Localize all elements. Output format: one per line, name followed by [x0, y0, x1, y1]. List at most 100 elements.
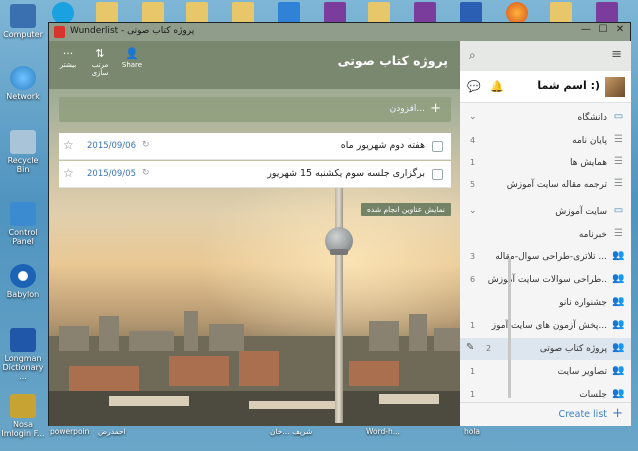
task-row[interactable]: برگزاری جلسه سوم یکشنبه 15 شهریور ↻ 2015…	[59, 161, 451, 188]
network-icon	[10, 66, 36, 90]
desktop-label[interactable]: شریف ...خان	[270, 428, 312, 436]
folder-icon[interactable]	[142, 2, 164, 24]
desktop-label[interactable]: hola	[464, 428, 480, 436]
desktop-icon-recycle-bin[interactable]: Recycle Bin	[0, 130, 46, 174]
folder-label: سایت آموزش	[555, 207, 607, 217]
sidebar-folder-education-site[interactable]: ⌄ سایت آموزش ▭	[460, 201, 631, 223]
avatar[interactable]	[605, 77, 625, 97]
desktop-label[interactable]: Word-h...	[366, 428, 400, 436]
desktop-icon-babylon[interactable]: Babylon	[0, 264, 46, 299]
folder-icon[interactable]	[96, 2, 118, 24]
search-icon[interactable]: ⌕	[469, 48, 476, 63]
sidebar-item-audiobook-project[interactable]: ✎ 2 پروژه کتاب صوتی 👥	[460, 338, 631, 360]
list-icon: ☰	[614, 178, 623, 189]
user-row[interactable]: 💬 🔔 اسم شما :)	[460, 71, 631, 103]
sidebar-item-thesis[interactable]: 4 پایان نامه ☰	[460, 130, 631, 152]
desktop-label[interactable]: احمدرض	[98, 428, 126, 436]
app-icon	[10, 394, 36, 418]
folder-icon[interactable]	[186, 2, 208, 24]
more-button[interactable]: ··· بیشتر	[53, 47, 83, 69]
archive-icon[interactable]	[324, 2, 346, 24]
add-task-bar[interactable]: + افزودن...	[59, 97, 451, 122]
share-icon: 👤	[125, 47, 139, 60]
sidebar-item-label: همایش ها	[569, 158, 607, 168]
desktop-icon-control-panel[interactable]: Control Panel	[0, 202, 46, 246]
task-row[interactable]: هفته دوم شهریور ماه ↻ 2015/09/06 ☆	[59, 133, 451, 160]
item-count: 1	[470, 367, 476, 376]
folder-icon[interactable]	[550, 2, 572, 24]
archive-icon[interactable]	[414, 2, 436, 24]
menu-icon[interactable]: ≡	[611, 47, 622, 62]
folder-icon[interactable]	[232, 2, 254, 24]
task-list-pane: ··· بیشتر ⇅ مرتب سازی 👤 Share پروژه کتاب…	[49, 41, 460, 426]
edit-pencil-icon[interactable]: ✎	[466, 342, 474, 353]
sidebar-item-label: تصاویر سایت	[557, 367, 607, 377]
firefox-icon[interactable]	[506, 2, 528, 24]
create-list-button[interactable]: Create list +	[460, 402, 631, 426]
task-checkbox[interactable]	[432, 169, 443, 180]
desktop-icon-longman[interactable]: Longman Dictionary ...	[0, 328, 46, 381]
desktop-icon-label: Babylon	[6, 290, 40, 299]
archive-icon[interactable]	[596, 2, 618, 24]
sidebar-item-conferences[interactable]: 1 همایش ها ☰	[460, 152, 631, 174]
user-name: اسم شما :)	[537, 79, 600, 92]
create-list-label: Create list	[558, 409, 607, 420]
list-icon: ☰	[614, 134, 623, 145]
title-bar[interactable]: Wunderlist - پروژه کتاب صوتی — ☐ ✕	[49, 23, 630, 41]
folder-icon[interactable]	[368, 2, 390, 24]
item-count: 1	[470, 158, 476, 167]
shared-list-icon: 👥	[612, 388, 625, 399]
folder-icon: ▭	[613, 111, 624, 122]
repeat-icon: ↻	[142, 168, 150, 178]
chevron-down-icon[interactable]: ⌄	[469, 112, 477, 122]
shared-list-icon: 👥	[612, 342, 625, 353]
sidebar-item-nano-festival[interactable]: جشنواره نانو 👥	[460, 292, 631, 314]
item-count: 6	[470, 275, 476, 284]
control-panel-icon	[10, 202, 36, 226]
plus-icon: +	[612, 406, 623, 421]
sidebar-scrollbar[interactable]	[508, 258, 511, 398]
dropbox-icon[interactable]	[278, 2, 300, 24]
repeat-icon: ↻	[142, 140, 150, 150]
babylon-icon	[10, 264, 36, 288]
sidebar-item-label: پروژه کتاب صوتی	[539, 344, 607, 354]
task-title[interactable]: برگزاری جلسه سوم یکشنبه 15 شهریور	[267, 168, 425, 179]
sidebar-item-label: خبرنامه	[578, 230, 607, 240]
sidebar-folder-university[interactable]: ⌄ دانشگاه ▭	[460, 107, 631, 129]
city-skyline-background	[49, 311, 460, 426]
star-icon[interactable]: ☆	[63, 138, 74, 152]
sidebar-item-site-images[interactable]: 1 تصاویر سایت 👥	[460, 361, 631, 383]
item-count: 5	[470, 180, 476, 189]
desktop-label[interactable]: powerpoin	[50, 428, 89, 436]
close-button[interactable]: ✕	[612, 24, 628, 38]
sidebar-item-article-translation[interactable]: 5 ترجمه مقاله سایت آموزش ☰	[460, 174, 631, 196]
sidebar-item-label: تلاتری-طراحی سوال-مقاله ...	[495, 252, 607, 262]
sort-button[interactable]: ⇅ مرتب سازی	[85, 47, 115, 77]
desktop-icon-label: Longman Dictionary ...	[2, 354, 44, 381]
notifications-bell-icon[interactable]: 🔔	[490, 80, 504, 93]
share-label: Share	[121, 61, 143, 69]
sidebar-item-exam-broadcast[interactable]: 1 پخش آزمون های سایت آموز... 👥	[460, 315, 631, 337]
conversations-icon[interactable]: 💬	[467, 80, 481, 93]
add-task-input[interactable]	[59, 97, 451, 122]
desktop-icon-network[interactable]: Network	[0, 66, 46, 101]
tv-tower-ring	[330, 249, 348, 255]
tv-tower	[335, 161, 343, 423]
sidebar-item-newsletter[interactable]: خبرنامه ☰	[460, 224, 631, 246]
minimize-button[interactable]: —	[578, 24, 594, 38]
maximize-button[interactable]: ☐	[595, 24, 611, 38]
sidebar-header: ⌕ ≡	[460, 41, 631, 71]
task-checkbox[interactable]	[432, 141, 443, 152]
chevron-down-icon[interactable]: ⌄	[469, 206, 477, 216]
share-button[interactable]: 👤 Share	[117, 47, 147, 69]
sidebar-item-question-design[interactable]: 3 تلاتری-طراحی سوال-مقاله ... 👥	[460, 246, 631, 268]
desktop-icon-computer[interactable]: Computer	[0, 4, 46, 39]
word-document-icon[interactable]	[460, 2, 482, 24]
sidebar-item-label: جلسات	[579, 390, 607, 400]
desktop-icon-nosa[interactable]: Nosa Imlogin F...	[0, 394, 46, 438]
show-completed-button[interactable]: نمایش عناوین انجام شده	[361, 203, 451, 216]
skype-icon[interactable]	[52, 2, 74, 24]
task-title[interactable]: هفته دوم شهریور ماه	[341, 140, 425, 151]
sidebar-item-site-questions[interactable]: 6 طراحی سوالات سایت آموزش.. 👥	[460, 269, 631, 291]
star-icon[interactable]: ☆	[63, 166, 74, 180]
